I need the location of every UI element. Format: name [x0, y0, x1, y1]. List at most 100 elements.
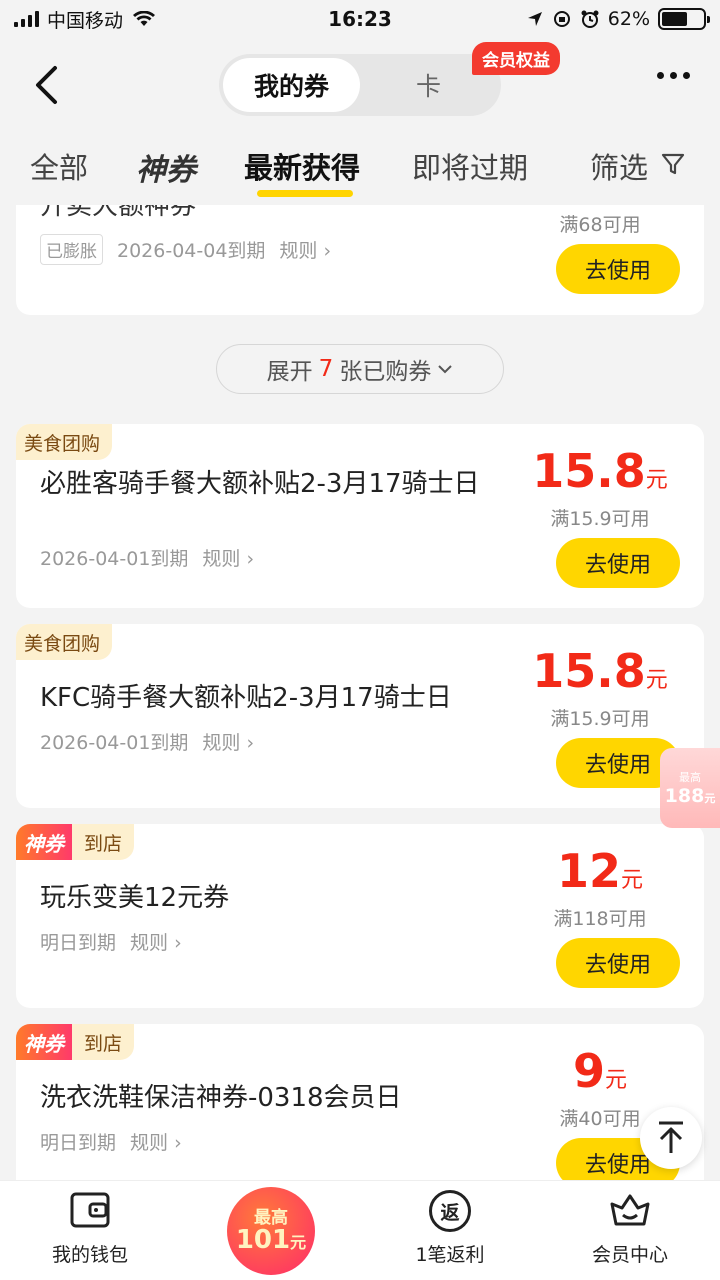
rule-link[interactable]: 规则 ›: [130, 928, 182, 955]
coupon-meta: 明日到期 规则 ›: [40, 928, 182, 955]
chevron-left-icon: [36, 66, 57, 104]
price-unit: 元: [621, 868, 644, 893]
coupon-tags: 神券 到店: [16, 824, 135, 860]
location-icon: [527, 12, 542, 26]
more-dot-icon: [670, 72, 677, 79]
float-promo-unit: 元: [704, 792, 716, 805]
bottom-label-member: 会员中心: [591, 1244, 668, 1266]
coupon-tag: 美食团购: [16, 424, 113, 460]
tab-filter[interactable]: 筛选: [590, 145, 648, 187]
coupon-meta: 明日到期 规则 ›: [40, 1128, 182, 1155]
coupon-price: 15.8元: [520, 444, 680, 498]
coupon-price: 9元: [520, 1044, 680, 1098]
floating-promo[interactable]: 最高 188元: [660, 748, 720, 828]
coupon-meta: 2026-04-01到期 规则 ›: [40, 544, 254, 571]
use-button[interactable]: 去使用: [556, 538, 680, 588]
more-dot-icon: [683, 72, 690, 79]
float-promo-label: 最高: [679, 771, 701, 784]
use-button[interactable]: 去使用: [556, 244, 680, 294]
coupon-expiry: 2026-04-04到期: [117, 240, 266, 262]
coupon-tag: 到店: [72, 824, 135, 860]
tab-expiring[interactable]: 即将过期: [412, 145, 528, 187]
coupon-card: 美食团购 必胜客骑手餐大额补贴2-3月17骑士日 2026-04-01到期 规则…: [16, 424, 704, 608]
rebate-icon-label: 返: [440, 1201, 460, 1224]
shen-tag: 神券: [16, 1024, 72, 1060]
chevron-down-icon: [438, 365, 453, 374]
battery-fill: [662, 12, 687, 26]
shen-tag: 神券: [16, 824, 72, 860]
rule-label: 规则: [130, 932, 169, 954]
expanded-badge: 已膨胀: [40, 234, 103, 265]
tab-all[interactable]: 全部: [30, 145, 88, 187]
expand-suffix: 张已购券: [339, 359, 432, 385]
tab-latest[interactable]: 最新获得: [244, 145, 360, 187]
price-unit: 元: [605, 1068, 628, 1093]
carrier-label: 中国移动: [47, 9, 124, 32]
bottom-bar: 我的钱包 最高 101元 返 1笔返利 会员中心: [0, 1180, 720, 1280]
back-button[interactable]: [22, 60, 70, 110]
bottom-label-wallet: 我的钱包: [51, 1244, 128, 1266]
price-unit: 元: [645, 668, 668, 693]
segment-coupons[interactable]: 我的券: [223, 58, 360, 112]
vip-badge[interactable]: 会员权益: [472, 42, 560, 75]
bottom-item-rebate[interactable]: 返 1笔返利: [360, 1181, 540, 1280]
coupon-tags: 神券 到店: [16, 1024, 135, 1060]
coupon-meta: 2026-04-01到期 规则 ›: [40, 728, 254, 755]
filter-icon[interactable]: [660, 151, 686, 177]
rule-label: 规则: [130, 1132, 169, 1154]
expand-count: 7: [318, 356, 334, 382]
rule-link[interactable]: 规则 ›: [202, 544, 254, 571]
coupon-condition: 满118可用: [553, 908, 647, 930]
tab-shen[interactable]: 神券: [136, 145, 196, 189]
tab-indicator: [257, 190, 353, 197]
alarm-icon: [581, 10, 599, 28]
use-button[interactable]: 去使用: [556, 938, 680, 988]
rule-link[interactable]: 规则 ›: [279, 236, 331, 263]
battery-icon: [658, 8, 710, 30]
coupon-tag: 到店: [72, 1024, 135, 1060]
coupon-meta: 已膨胀 2026-04-04到期 规则 ›: [40, 234, 331, 265]
coupon-expiry: 2026-04-01到期: [40, 732, 189, 754]
arrow-up-icon: [659, 1121, 683, 1153]
rule-link[interactable]: 规则 ›: [130, 1128, 182, 1155]
rule-label: 规则: [202, 548, 241, 570]
coupon-title: KFC骑手餐大额补贴2-3月17骑士日: [40, 683, 452, 713]
coupon-price: 12元: [520, 844, 680, 898]
top-nav: 我的券 卡 会员权益: [0, 38, 720, 133]
status-left: 中国移动: [14, 6, 156, 33]
expand-purchased-button[interactable]: 展开 7 张已购券: [216, 344, 504, 394]
back-to-top-button[interactable]: [640, 1107, 702, 1169]
coupon-card: 美食团购 KFC骑手餐大额补贴2-3月17骑士日 2026-04-01到期 规则…: [16, 624, 704, 808]
coupon-condition: 满15.9可用: [550, 508, 650, 530]
crown-basket-icon: [610, 1194, 650, 1226]
price-unit: 元: [645, 468, 668, 493]
bottom-label-rebate: 1笔返利: [415, 1244, 485, 1266]
more-dot-icon: [657, 72, 664, 79]
price-amount: 12: [556, 844, 621, 898]
promo-amount: 101元: [236, 1227, 306, 1253]
float-promo-value: 188: [664, 785, 705, 807]
coupon-card: 神券 到店 玩乐变美12元券 明日到期 规则 › 12元 满118可用 去使用: [16, 824, 704, 1008]
rule-link[interactable]: 规则 ›: [202, 728, 254, 755]
rebate-icon: 返: [429, 1190, 471, 1232]
price-amount: 15.8: [532, 644, 646, 698]
coupon-expiry: 2026-04-01到期: [40, 548, 189, 570]
rule-label: 规则: [279, 240, 318, 262]
coupon-tag: 美食团购: [16, 624, 113, 660]
coupon-title: 洗衣洗鞋保洁神券-0318会员日: [40, 1083, 402, 1113]
coupon-title: 必胜客骑手餐大额补贴2-3月17骑士日: [40, 469, 480, 499]
segmented-control: 我的券 卡: [219, 54, 501, 116]
signal-icon: [14, 11, 39, 27]
promo-circle-button[interactable]: 最高 101元: [227, 1187, 315, 1275]
float-promo-amount: 188元: [665, 785, 716, 807]
bottom-item-member[interactable]: 会员中心: [540, 1181, 720, 1280]
more-button[interactable]: [657, 72, 690, 79]
coupon-expiry: 明日到期: [40, 932, 117, 954]
wallet-icon: [70, 1192, 110, 1228]
status-right: 62%: [526, 8, 710, 30]
promo-value: 101: [235, 1224, 291, 1255]
bottom-item-wallet[interactable]: 我的钱包: [0, 1181, 180, 1280]
rule-label: 规则: [202, 732, 241, 754]
wifi-icon: [133, 11, 156, 26]
status-bar: 中国移动 16:23 62%: [0, 0, 720, 38]
